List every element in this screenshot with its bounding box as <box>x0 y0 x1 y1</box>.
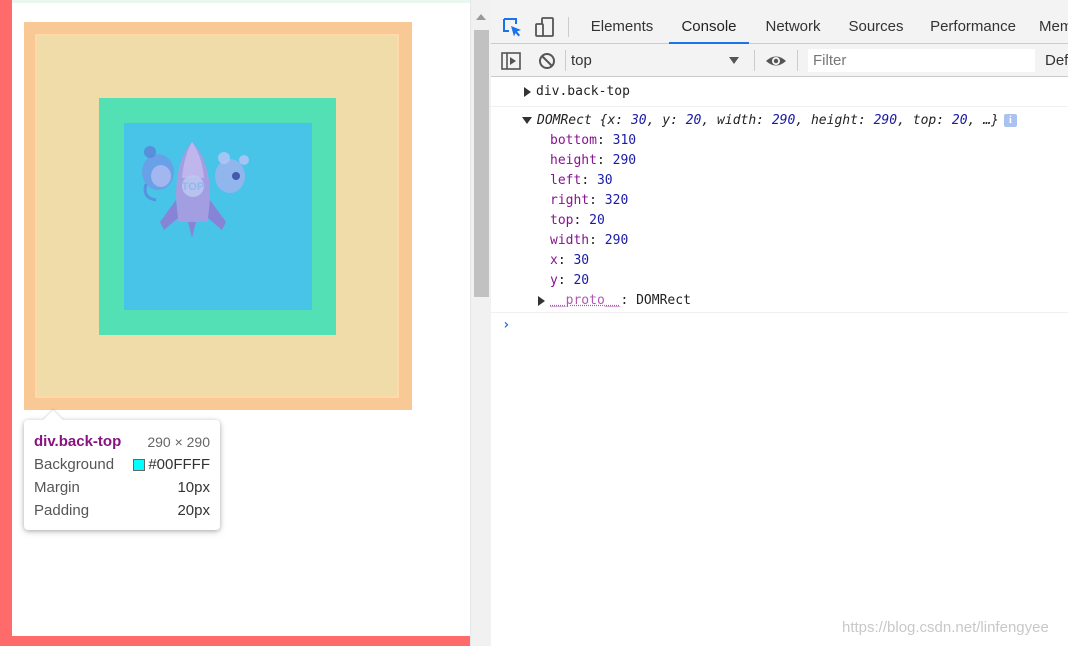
domrect-property-row: height: 290 <box>550 153 637 168</box>
property-value: 20 <box>573 273 590 288</box>
domrect-property-row: left: 30 <box>550 173 613 188</box>
live-expression-eye-icon[interactable] <box>765 50 787 72</box>
tab-separator <box>568 17 569 37</box>
expand-triangle-icon[interactable] <box>524 86 531 97</box>
property-key: x <box>550 253 558 268</box>
property-value: 310 <box>612 133 637 148</box>
devtools-tab-bar: Elements Console Network Sources Perform… <box>491 10 1068 44</box>
tab-memory[interactable]: Mem <box>1039 10 1068 44</box>
proto-entry[interactable]: __proto__: DOMRect <box>538 293 691 308</box>
tooltip-value: 20px <box>177 502 210 519</box>
tab-elements[interactable]: Elements <box>581 10 663 44</box>
tooltip-label: Padding <box>34 502 90 519</box>
console-output: div.back-top DOMRect {x: 30, y: 20, widt… <box>491 78 1068 646</box>
tooltip-row-background: Background #00FFFF <box>34 453 210 476</box>
tooltip-value: 10px <box>177 479 210 496</box>
property-key: right <box>550 193 590 208</box>
tooltip-element-size: 290 × 290 <box>147 433 210 450</box>
property-value: 320 <box>604 193 629 208</box>
scrollbar-thumb[interactable] <box>474 30 489 297</box>
inspect-element-icon[interactable] <box>501 16 523 38</box>
property-key: width <box>550 233 590 248</box>
property-value: 20 <box>589 213 605 228</box>
rocket-top-label: TOP <box>182 181 204 193</box>
log-levels-dropdown[interactable]: Def <box>1045 44 1068 77</box>
expand-triangle-icon[interactable] <box>538 295 545 306</box>
proto-value: DOMRect <box>636 293 691 308</box>
console-filter-input[interactable] <box>808 49 1035 72</box>
domrect-property-row: width: 290 <box>550 233 629 248</box>
domrect-property-row: y: 20 <box>550 273 590 288</box>
console-entry-domrect[interactable]: DOMRect {x: 30, y: 20, width: 290, heigh… <box>522 113 1017 128</box>
color-swatch <box>133 458 146 471</box>
domrect-property-row: bottom: 310 <box>550 133 637 148</box>
property-value: 290 <box>604 233 629 248</box>
tooltip-element-name: div.back-top <box>34 433 122 450</box>
domrect-property-row: top: 20 <box>550 213 605 228</box>
page-viewport: TOP div.back-top 290 × 290 Background #0… <box>0 0 470 646</box>
context-selector[interactable]: top <box>571 44 747 77</box>
device-toolbar-icon[interactable] <box>534 16 556 38</box>
property-key: top <box>550 213 574 228</box>
property-key: y <box>550 273 558 288</box>
dropdown-arrow-icon <box>729 57 739 64</box>
object-summary: {x: 30, y: 20, width: 290, height: 290, … <box>599 113 999 128</box>
scroll-up-arrow-icon[interactable] <box>476 14 486 20</box>
property-key: bottom <box>550 133 597 148</box>
property-key: left <box>550 173 582 188</box>
toolbar-separator <box>797 50 798 71</box>
collapse-triangle-icon[interactable] <box>522 117 532 124</box>
domrect-property-row: x: 30 <box>550 253 590 268</box>
tooltip-row-padding: Padding 20px <box>34 499 210 522</box>
tooltip-row-margin: Margin 10px <box>34 476 210 499</box>
tooltip-label: Background <box>34 456 115 473</box>
context-selector-value: top <box>571 52 592 69</box>
tab-sources[interactable]: Sources <box>840 10 912 44</box>
property-value: 30 <box>596 173 613 188</box>
object-type: DOMRect <box>537 113 592 128</box>
devtools-top-strip <box>491 0 1068 10</box>
toolbar-separator <box>754 50 755 71</box>
domrect-property-row: right: 320 <box>550 193 629 208</box>
page-scrollbar[interactable] <box>470 0 491 646</box>
tooltip-label: Margin <box>34 479 80 496</box>
info-icon[interactable]: i <box>1003 114 1017 127</box>
tooltip-value: #00FFFF <box>148 456 210 473</box>
page-top-strip <box>0 0 470 3</box>
devtools-panel: Elements Console Network Sources Perform… <box>491 0 1068 646</box>
inspect-tooltip: div.back-top 290 × 290 Background #00FFF… <box>24 410 220 530</box>
tab-console[interactable]: Console <box>669 10 749 44</box>
clear-console-icon[interactable] <box>536 50 558 72</box>
tooltip-arrow <box>43 410 63 430</box>
console-entry-element[interactable]: div.back-top <box>524 84 630 99</box>
property-key: height <box>550 153 597 168</box>
property-value: 30 <box>573 253 590 268</box>
tab-network[interactable]: Network <box>755 10 831 44</box>
proto-key: __proto__ <box>550 293 621 308</box>
page-bottom-border <box>0 636 470 646</box>
tab-performance[interactable]: Performance <box>925 10 1021 44</box>
console-toolbar: top Def <box>491 44 1068 77</box>
page-left-border <box>0 0 12 646</box>
console-prompt-icon[interactable]: › <box>502 317 510 333</box>
toolbar-separator <box>565 50 566 71</box>
watermark-text: https://blog.csdn.net/linfengyee <box>842 619 1049 636</box>
back-top-rocket-image[interactable]: TOP <box>134 138 254 248</box>
console-divider <box>491 106 1068 107</box>
property-value: 290 <box>612 153 637 168</box>
show-sidebar-icon[interactable] <box>500 50 522 72</box>
console-divider <box>491 312 1068 313</box>
tooltip-header: div.back-top 290 × 290 <box>34 430 210 453</box>
